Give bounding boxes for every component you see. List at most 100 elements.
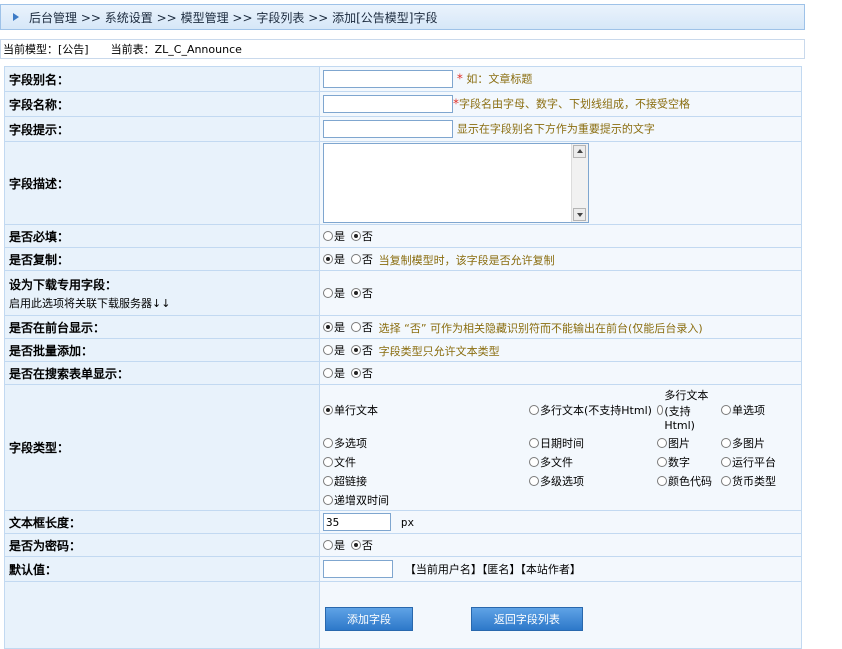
password-no-radio[interactable]: 否	[350, 537, 373, 553]
breadcrumb-bar: 后台管理 >> 系统设置 >> 模型管理 >> 字段列表 >> 添加[公告模型]…	[0, 4, 805, 30]
form-row-search: 是否在搜索表单显示： 是 否	[5, 362, 801, 384]
field-label: 是否批量添加：	[5, 339, 319, 361]
copy-yes-radio[interactable]: 是	[323, 251, 345, 267]
form-row-alias: 字段别名： * 如：文章标题	[5, 67, 801, 91]
radio-dot	[323, 438, 333, 448]
field-label: 设为下载专用字段： 启用此选项将关联下载服务器↓↓	[5, 271, 319, 315]
password-yes-radio[interactable]: 是	[323, 537, 345, 553]
form-row-batch: 是否批量添加： 是 否 字段类型只允许文本类型	[5, 339, 801, 361]
radio-dot	[721, 438, 731, 448]
default-value-shortcuts[interactable]: 【当前用户名】【匿名】【本站作者】	[405, 563, 581, 576]
back-to-field-list-button[interactable]: 返回字段列表	[470, 607, 583, 631]
type-option-radio[interactable]: 单行文本	[323, 387, 527, 432]
type-option-radio[interactable]: 数字	[657, 454, 719, 470]
textarea-scrollbar[interactable]	[571, 144, 588, 222]
form-row-desc: 字段描述：	[5, 142, 801, 224]
type-option-radio[interactable]: 多行文本(不支持Html)	[529, 387, 655, 432]
type-option-radio[interactable]: 多级选项	[529, 473, 655, 489]
radio-dot	[721, 404, 731, 415]
required-yes-radio[interactable]: 是	[323, 228, 345, 244]
breadcrumb-separator: >>	[156, 10, 177, 25]
radio-dot	[323, 476, 333, 486]
type-option-radio[interactable]: 多选项	[323, 435, 527, 451]
field-label: 是否为密码：	[5, 534, 319, 556]
field-label: 字段名称：	[5, 92, 319, 116]
field-label: 字段别名：	[5, 67, 319, 91]
type-option-radio[interactable]: 文件	[323, 454, 527, 470]
radio-dot	[323, 495, 333, 505]
field-label: 是否在搜索表单显示：	[5, 362, 319, 384]
breadcrumb-separator: >>	[308, 10, 329, 25]
field-label: 是否在前台显示：	[5, 316, 319, 338]
breadcrumb-item-settings[interactable]: 系统设置	[105, 11, 153, 25]
scroll-down-arrow-icon[interactable]	[573, 208, 586, 221]
download-no-radio[interactable]: 否	[350, 285, 373, 301]
breadcrumb-item-current: 添加[公告模型]字段	[332, 10, 438, 25]
radio-dot	[529, 404, 539, 415]
radio-dot	[350, 321, 361, 332]
field-label: 是否必填：	[5, 225, 319, 247]
radio-dot	[721, 457, 731, 467]
search-no-radio[interactable]: 否	[350, 365, 373, 381]
field-desc-textarea[interactable]	[323, 143, 589, 223]
breadcrumb: 后台管理 >> 系统设置 >> 模型管理 >> 字段列表 >> 添加[公告模型]…	[29, 9, 438, 26]
radio-dot	[323, 404, 333, 415]
search-yes-radio[interactable]: 是	[323, 365, 345, 381]
current-model-text: 当前模型：[公告]	[3, 43, 89, 56]
field-label: 默认值：	[5, 557, 319, 581]
type-option-radio[interactable]: 日期时间	[529, 435, 655, 451]
type-option-radio[interactable]: 图片	[657, 435, 719, 451]
type-option-radio[interactable]: 超链接	[323, 473, 527, 489]
text-length-input[interactable]	[323, 513, 391, 531]
radio-dot	[350, 253, 361, 264]
batch-yes-radio[interactable]: 是	[323, 342, 345, 358]
type-option-radio[interactable]: 多文件	[529, 454, 655, 470]
breadcrumb-item-fields[interactable]: 字段列表	[256, 11, 304, 25]
radio-dot	[350, 344, 361, 355]
radio-dot	[529, 476, 539, 486]
field-hint: 字段名由字母、数字、下划线组成，不接受空格	[459, 97, 690, 111]
required-no-radio[interactable]: 否	[350, 228, 373, 244]
download-yes-radio[interactable]: 是	[323, 285, 345, 301]
breadcrumb-item-admin[interactable]: 后台管理	[29, 11, 77, 25]
type-option-radio[interactable]: 颜色代码	[657, 473, 719, 489]
field-alias-input[interactable]	[323, 70, 453, 88]
radio-dot	[323, 457, 333, 467]
field-label: 文本框长度：	[5, 511, 319, 533]
radio-dot	[323, 321, 333, 332]
default-value-input[interactable]	[323, 560, 393, 578]
type-option-radio[interactable]: 货币类型	[721, 473, 795, 489]
field-hint: 选择 “否” 可作为相关隐藏识别符而不能输出在前台(仅能后台录入)	[378, 321, 703, 335]
type-option-radio[interactable]: 单选项	[721, 387, 795, 432]
radio-dot	[721, 476, 731, 486]
radio-dot	[323, 540, 333, 550]
form-row-required: 是否必填： 是 否	[5, 225, 801, 247]
field-hint: 如：文章标题	[462, 72, 533, 86]
type-option-radio[interactable]: 多图片	[721, 435, 795, 451]
add-field-button[interactable]: 添加字段	[325, 607, 413, 631]
type-option-radio[interactable]: 递增双时间	[323, 492, 527, 508]
current-table-text: 当前表：ZL_C_Announce	[110, 43, 242, 56]
radio-dot	[657, 476, 667, 486]
batch-no-radio[interactable]: 否	[350, 342, 373, 358]
radio-dot	[657, 404, 664, 415]
model-info-bar: 当前模型：[公告] 当前表：ZL_C_Announce	[0, 39, 805, 59]
breadcrumb-separator: >>	[232, 10, 253, 25]
copy-no-radio[interactable]: 否	[350, 251, 373, 267]
radio-dot	[529, 438, 539, 448]
play-arrow-icon	[13, 13, 19, 21]
type-option-radio[interactable]: 运行平台	[721, 454, 795, 470]
radio-dot	[323, 368, 333, 378]
form-row-actions: 添加字段 返回字段列表	[5, 582, 801, 648]
field-tip-input[interactable]	[323, 120, 453, 138]
scroll-up-arrow-icon[interactable]	[573, 145, 586, 158]
field-name-input[interactable]	[323, 95, 453, 113]
breadcrumb-item-model[interactable]: 模型管理	[181, 11, 229, 25]
radio-dot	[350, 368, 361, 378]
field-label: 字段类型：	[5, 385, 319, 510]
form-row-password: 是否为密码： 是 否	[5, 534, 801, 556]
front-yes-radio[interactable]: 是	[323, 319, 345, 335]
type-option-radio[interactable]: 多行文本(支持Html)	[657, 387, 719, 432]
radio-dot	[323, 288, 333, 298]
front-no-radio[interactable]: 否	[350, 319, 373, 335]
